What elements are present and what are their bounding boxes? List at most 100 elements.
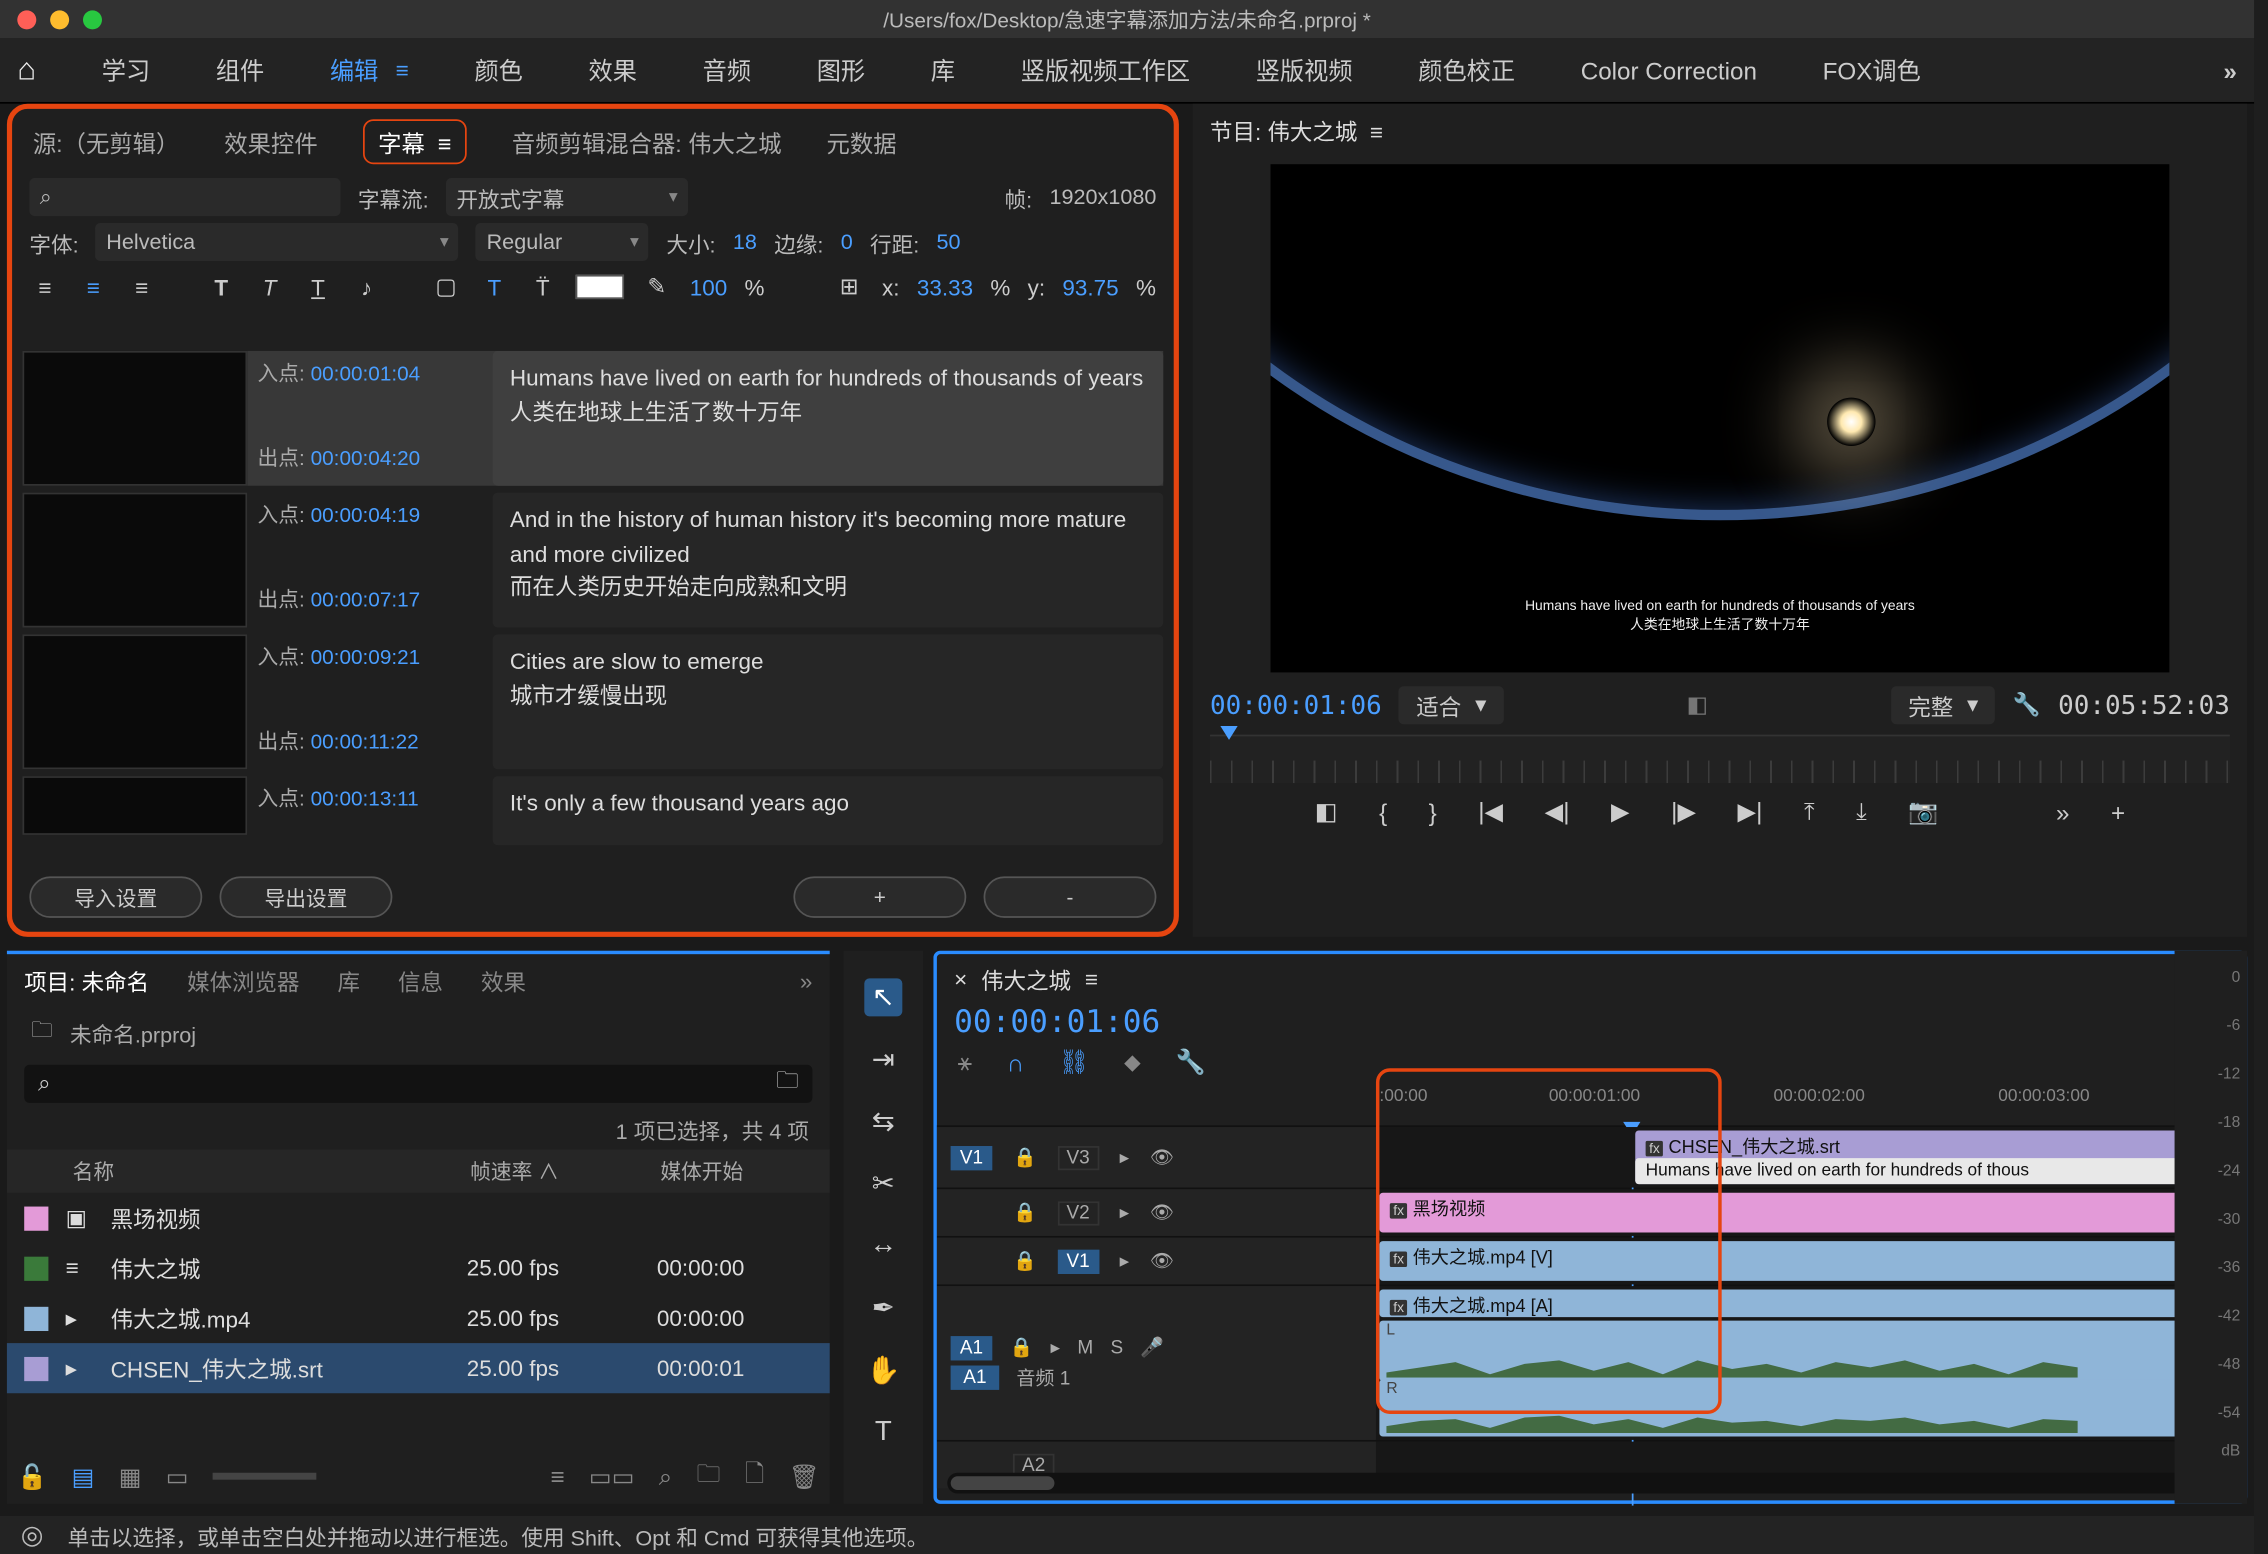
project-row[interactable]: ▸ CHSEN_伟大之城.srt 25.00 fps 00:00:01 bbox=[7, 1343, 830, 1393]
weight-select[interactable]: Regular▾ bbox=[476, 223, 649, 261]
font-select[interactable]: Helvetica▾ bbox=[96, 223, 459, 261]
eye-icon[interactable]: 👁 bbox=[1150, 1250, 1174, 1272]
clip-audio[interactable]: fx伟大之城.mp4 [A] bbox=[1379, 1290, 2240, 1318]
label-color-swatch[interactable] bbox=[24, 1356, 48, 1380]
linked-selection-icon[interactable]: ⛓ bbox=[1059, 1048, 1090, 1077]
project-row[interactable]: ▣ 黑场视频 bbox=[7, 1193, 830, 1243]
ws-vertical[interactable]: 竖版视频 bbox=[1256, 53, 1353, 88]
bin-icon[interactable]: 🗀 bbox=[31, 1015, 53, 1051]
eye-icon[interactable]: 👁 bbox=[1150, 1201, 1174, 1223]
edge-value[interactable]: 0 bbox=[841, 230, 853, 254]
ws-graphics[interactable]: 图形 bbox=[817, 53, 865, 88]
caption-entry[interactable]: 入点: 00:00:01:04 出点: 00:00:04:20 Humans h… bbox=[22, 351, 1163, 486]
mark-in-icon[interactable]: ◧ bbox=[1315, 797, 1338, 826]
position-grid-icon[interactable]: ⊞ bbox=[834, 271, 865, 302]
ws-libraries[interactable]: 库 bbox=[931, 53, 955, 88]
filter-icon[interactable]: 🗀 bbox=[776, 1065, 798, 1103]
horizontal-scrollbar[interactable] bbox=[947, 1473, 2233, 1494]
pen-tool-icon[interactable]: ✒ bbox=[864, 1290, 902, 1328]
ws-editing[interactable]: 编辑 bbox=[330, 53, 378, 88]
solo-button[interactable]: S bbox=[1110, 1337, 1123, 1358]
delete-icon[interactable]: 🗑 bbox=[789, 1462, 820, 1491]
slip-tool-icon[interactable]: ↔ bbox=[864, 1227, 902, 1265]
opacity-value[interactable]: 100 bbox=[690, 274, 728, 300]
icon-view-icon[interactable]: ▦ bbox=[119, 1462, 142, 1491]
lock-icon[interactable]: 🔒 bbox=[1013, 1201, 1037, 1223]
selection-tool-icon[interactable]: ↖ bbox=[864, 978, 902, 1016]
caption-entry[interactable]: 入点: 00:00:04:19 出点: 00:00:07:17 And in t… bbox=[22, 493, 1163, 628]
panel-menu-icon[interactable]: ≡ bbox=[1370, 119, 1383, 145]
eye-icon[interactable]: 👁 bbox=[1150, 1146, 1174, 1168]
toggle-output-icon[interactable]: ▸ bbox=[1120, 1250, 1130, 1272]
freeform-view-icon[interactable]: ▭ bbox=[166, 1462, 189, 1491]
clip-black-video[interactable]: fx黑场视频 bbox=[1379, 1193, 2240, 1233]
stream-select[interactable]: 开放式字幕▾ bbox=[446, 178, 688, 216]
add-button[interactable]: + bbox=[2111, 798, 2125, 826]
ws-assembly[interactable]: 组件 bbox=[216, 53, 264, 88]
caption-text[interactable]: And in the history of human history it's… bbox=[493, 493, 1164, 628]
col-start[interactable]: 媒体开始 bbox=[660, 1156, 812, 1185]
extract-icon[interactable]: ⤓ bbox=[1856, 797, 1867, 826]
caption-entry[interactable]: 入点: 00:00:09:21 出点: 00:00:11:22 Cities a… bbox=[22, 634, 1163, 769]
ws-fox[interactable]: FOX调色 bbox=[1823, 53, 1921, 88]
auto-sequence-icon[interactable]: ▭▭ bbox=[589, 1462, 635, 1491]
tab-libraries[interactable]: 库 bbox=[338, 965, 360, 998]
settings-icon[interactable]: 🔧 bbox=[2013, 691, 2041, 719]
program-time-ruler[interactable] bbox=[1210, 735, 2230, 783]
track-select-tool-icon[interactable]: ⇥ bbox=[864, 1041, 902, 1079]
tab-source[interactable]: 源:（无剪辑） bbox=[33, 124, 180, 159]
voiceover-icon[interactable]: 🎤 bbox=[1140, 1336, 1164, 1358]
overflow-icon[interactable]: » bbox=[800, 968, 813, 994]
list-view-icon[interactable]: ▤ bbox=[72, 1462, 95, 1491]
lock-icon[interactable]: 🔓 bbox=[17, 1462, 47, 1491]
new-bin-icon[interactable]: 🗀 bbox=[697, 1455, 721, 1496]
project-breadcrumb[interactable]: 未命名.prproj bbox=[70, 1016, 196, 1049]
track-target-v1[interactable]: V1 bbox=[1057, 1249, 1098, 1273]
program-timecode[interactable]: 00:00:01:06 bbox=[1210, 690, 1382, 721]
mute-button[interactable]: M bbox=[1077, 1337, 1093, 1358]
clip-video[interactable]: fx伟大之城.mp4 [V] bbox=[1379, 1241, 2240, 1281]
source-patch-v1[interactable]: V1 bbox=[951, 1145, 992, 1169]
eyedropper-icon[interactable]: ✎ bbox=[641, 271, 672, 302]
label-color-swatch[interactable] bbox=[24, 1306, 48, 1330]
sort-icon[interactable]: ≡ bbox=[551, 1462, 565, 1490]
audio-channel-l[interactable]: L bbox=[1379, 1321, 2240, 1382]
zoom-slider[interactable] bbox=[213, 1473, 317, 1480]
ws-color-correct-cn[interactable]: 颜色校正 bbox=[1418, 53, 1515, 88]
marker-icon[interactable]: ⬥ bbox=[1124, 1048, 1141, 1077]
label-color-swatch[interactable] bbox=[24, 1256, 48, 1280]
panel-menu-icon[interactable]: ≡ bbox=[1085, 966, 1098, 992]
project-row[interactable]: ≡ 伟大之城 25.00 fps 00:00:00 bbox=[7, 1243, 830, 1293]
bracket-out-icon[interactable]: } bbox=[1429, 798, 1437, 826]
program-monitor-view[interactable]: Humans have lived on earth for hundreds … bbox=[1271, 164, 2170, 672]
tab-audio-mixer[interactable]: 音频剪辑混合器: 伟大之城 bbox=[512, 124, 782, 159]
play-icon[interactable]: ▶ bbox=[1611, 797, 1630, 826]
music-note-icon[interactable]: ♪ bbox=[351, 271, 382, 302]
x-value[interactable]: 33.33 bbox=[917, 274, 973, 300]
caption-text[interactable]: Humans have lived on earth for hundreds … bbox=[493, 351, 1164, 486]
ws-learn[interactable]: 学习 bbox=[102, 53, 150, 88]
creative-cloud-icon[interactable]: ◎ bbox=[21, 1519, 44, 1550]
ws-color[interactable]: 颜色 bbox=[474, 53, 522, 88]
bracket-in-icon[interactable]: { bbox=[1379, 798, 1387, 826]
toggle-output-icon[interactable]: ▸ bbox=[1050, 1336, 1060, 1358]
remove-caption-button[interactable]: - bbox=[984, 876, 1157, 917]
tab-info[interactable]: 信息 bbox=[398, 965, 443, 998]
razor-tool-icon[interactable]: ✂ bbox=[864, 1165, 902, 1203]
tab-media-browser[interactable]: 媒体浏览器 bbox=[187, 965, 299, 998]
home-icon[interactable]: ⌂ bbox=[17, 52, 36, 88]
text-fill-icon[interactable]: T bbox=[479, 271, 510, 302]
export-settings-button[interactable]: 导出设置 bbox=[220, 876, 393, 917]
ws-color-correction[interactable]: Color Correction bbox=[1581, 56, 1757, 84]
align-left-icon[interactable]: ≡ bbox=[29, 271, 60, 302]
safe-margins-icon[interactable]: ◧ bbox=[1687, 691, 1708, 717]
ws-overflow-icon[interactable]: » bbox=[2223, 56, 2236, 84]
close-tab-icon[interactable]: × bbox=[954, 966, 967, 992]
type-tool-icon[interactable]: T bbox=[864, 1414, 902, 1452]
go-to-in-icon[interactable]: |◀ bbox=[1478, 797, 1503, 826]
col-name[interactable]: 名称 bbox=[73, 1156, 471, 1185]
step-forward-icon[interactable]: |▶ bbox=[1671, 797, 1696, 826]
caption-text[interactable]: Cities are slow to emerge 城市才缓慢出现 bbox=[493, 634, 1164, 769]
lock-icon[interactable]: 🔒 bbox=[1009, 1336, 1033, 1358]
ws-audio[interactable]: 音频 bbox=[703, 53, 751, 88]
